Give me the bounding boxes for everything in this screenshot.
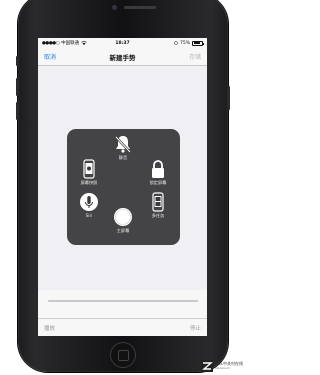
carrier-name: 中国联通 xyxy=(61,41,80,46)
zol-watermark: ZOL中关村在线 zol.com.cn xyxy=(201,360,243,372)
volume-down-button xyxy=(16,102,18,120)
battery-percent: 75% xyxy=(180,40,191,46)
at-label-mute: 静音 xyxy=(118,155,128,160)
stop-button[interactable]: 停止 xyxy=(190,324,201,332)
save-button[interactable]: 存储 xyxy=(189,52,201,61)
cancel-button[interactable]: 取消 xyxy=(44,52,56,61)
zol-logo-icon xyxy=(201,360,214,372)
status-bar: ●●●●○ 中国联通 18:37 75% xyxy=(38,38,207,48)
playback-area: 播放 停止 xyxy=(38,290,207,336)
multitask-phone-icon xyxy=(152,192,164,212)
at-label-multitask: 多任务 xyxy=(151,213,165,218)
at-label-lock-screen: 锁定屏幕 xyxy=(149,180,167,185)
gesture-progress-bar xyxy=(48,300,198,302)
at-item-mute[interactable]: 静音 xyxy=(105,134,141,161)
orientation-lock-icon xyxy=(174,41,178,45)
mute-bell-icon xyxy=(115,136,131,153)
power-button xyxy=(228,86,230,110)
at-item-siri[interactable]: Siri xyxy=(71,192,107,218)
page-title: 新建手势 xyxy=(109,53,136,62)
home-circle-icon xyxy=(114,208,132,226)
volume-up-button xyxy=(16,78,18,96)
at-label-home: 主屏幕 xyxy=(116,228,130,233)
at-label-siri: Siri xyxy=(85,213,93,218)
siri-microphone-icon xyxy=(80,193,98,211)
bottom-toolbar: 播放 停止 xyxy=(38,318,207,336)
status-time: 18:37 xyxy=(115,40,130,46)
front-camera xyxy=(112,5,117,10)
at-label-screenshot: 屏幕快照 xyxy=(80,180,98,185)
play-button[interactable]: 播放 xyxy=(44,324,55,332)
phone-screen: ●●●●○ 中国联通 18:37 75% 取消 新建手势 存储 静音 屏幕快照 … xyxy=(38,38,207,336)
signal-dots-icon: ●●●●○ xyxy=(42,40,60,46)
at-item-screenshot[interactable]: 屏幕快照 xyxy=(71,159,107,186)
lock-icon xyxy=(152,160,164,178)
physical-home-button xyxy=(110,342,136,368)
mute-switch xyxy=(16,56,18,66)
at-item-lock-screen[interactable]: 锁定屏幕 xyxy=(140,159,176,186)
at-item-multitask[interactable]: 多任务 xyxy=(140,192,176,219)
assistive-touch-menu: 静音 屏幕快照 锁定屏幕 Siri 主屏幕 多任务 xyxy=(67,129,180,245)
wifi-icon xyxy=(81,41,87,45)
battery-icon xyxy=(192,40,205,46)
earpiece-speaker xyxy=(124,6,156,9)
at-item-home[interactable]: 主屏幕 xyxy=(105,207,141,234)
battery-fill xyxy=(193,42,200,44)
screenshot-phone-icon xyxy=(83,159,95,179)
watermark-url: zol.com.cn xyxy=(215,366,230,370)
navigation-bar: 取消 新建手势 存储 xyxy=(38,48,207,66)
